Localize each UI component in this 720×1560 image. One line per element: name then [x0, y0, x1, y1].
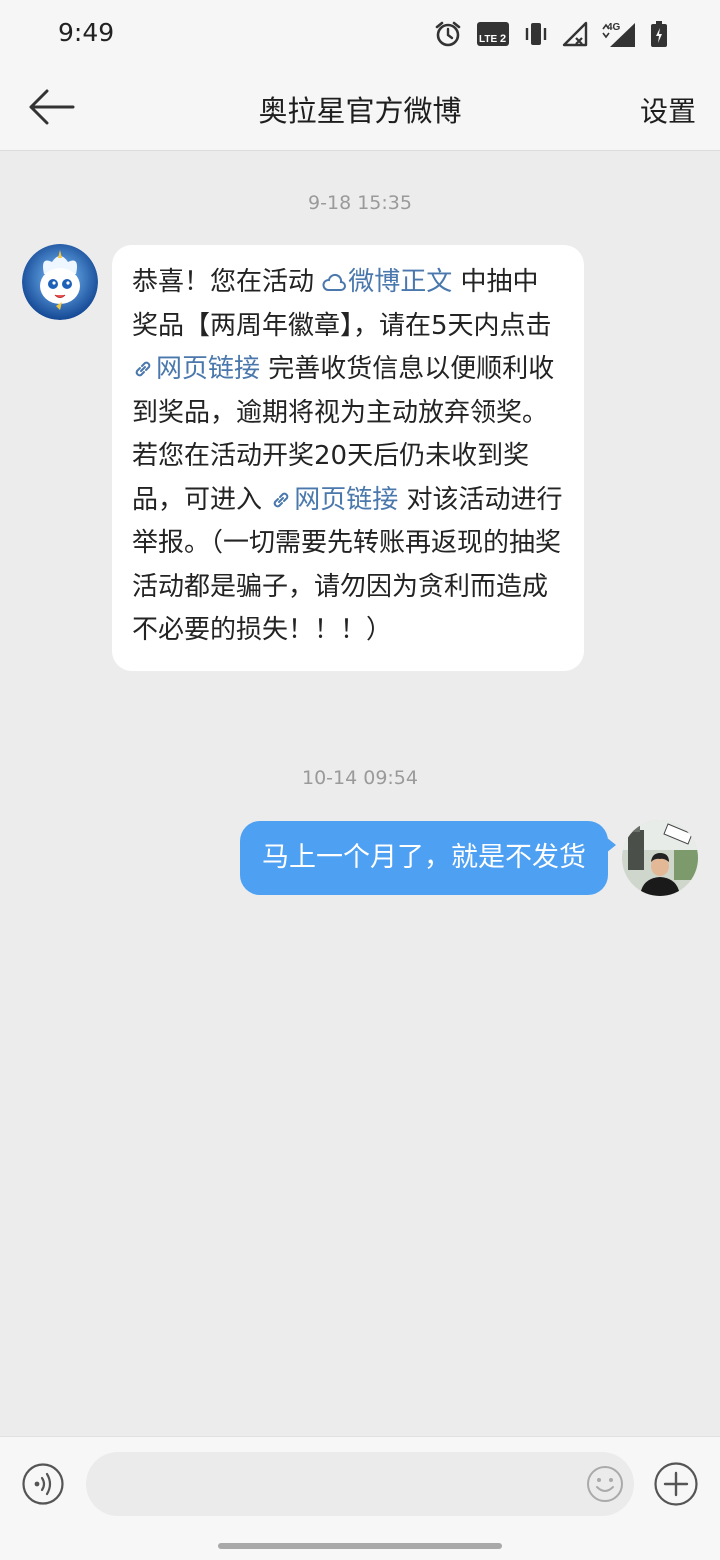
emoji-button[interactable]	[586, 1465, 624, 1503]
message-input[interactable]	[86, 1452, 634, 1516]
navigation-bar	[0, 1531, 720, 1560]
page-title: 奥拉星官方微博	[258, 94, 462, 128]
settings-button[interactable]: 设置	[640, 90, 696, 130]
weibo-post-link-label: 微博正文	[348, 267, 453, 297]
more-options-button[interactable]	[654, 1462, 698, 1506]
status-time: 9:49	[58, 18, 115, 47]
battery-charging-icon	[650, 20, 668, 48]
input-bar	[0, 1436, 720, 1532]
official-account-avatar[interactable]	[22, 244, 98, 320]
volte-sim: 2	[500, 33, 506, 45]
message-timestamp: 9-18 15:35	[308, 192, 412, 214]
alarm-icon	[434, 20, 462, 48]
header: 奥拉星官方微博 设置	[0, 68, 720, 151]
status-bar: 9:49 LTE 2 4G	[0, 0, 720, 68]
volte-icon: LTE 2	[476, 21, 510, 47]
user-photo-icon	[622, 820, 698, 896]
wifi-off-icon	[562, 21, 588, 47]
message-text: 马上一个月了，就是不发货	[262, 842, 586, 873]
web-link[interactable]: 网页链接	[270, 485, 398, 515]
back-button[interactable]	[22, 86, 80, 132]
plus-icon	[654, 1462, 698, 1506]
web-link-label: 网页链接	[294, 484, 399, 515]
home-indicator[interactable]	[218, 1543, 502, 1549]
message-text: 恭喜！您在活动	[132, 267, 323, 297]
emoji-icon	[587, 1466, 623, 1502]
vibrate-icon	[524, 21, 548, 47]
status-icons: LTE 2 4G	[434, 18, 668, 50]
web-link-label: 网页链接	[156, 354, 261, 384]
signal-4g-icon: 4G	[602, 20, 636, 48]
arrow-left-icon	[27, 89, 75, 129]
user-avatar[interactable]	[622, 820, 698, 896]
network-label: 4G	[607, 22, 621, 33]
link-icon	[273, 492, 289, 507]
message-timestamp: 10-14 09:54	[301, 767, 418, 789]
volte-label: LTE	[479, 34, 497, 45]
voice-icon	[22, 1463, 64, 1505]
link-icon	[135, 361, 151, 377]
mascot-avatar-icon	[22, 244, 98, 320]
weibo-post-link[interactable]: 微博正文	[322, 267, 452, 297]
web-link[interactable]: 网页链接	[132, 354, 260, 384]
weibo-cloud-icon	[322, 273, 347, 291]
outgoing-message-bubble: 马上一个月了，就是不发货	[240, 821, 616, 895]
voice-button[interactable]	[22, 1463, 64, 1505]
incoming-message-bubble: 恭喜！您在活动 微博正文 中抽中奖品【两周年徽章】，请在5天内点击 网页链接 完…	[112, 245, 584, 671]
